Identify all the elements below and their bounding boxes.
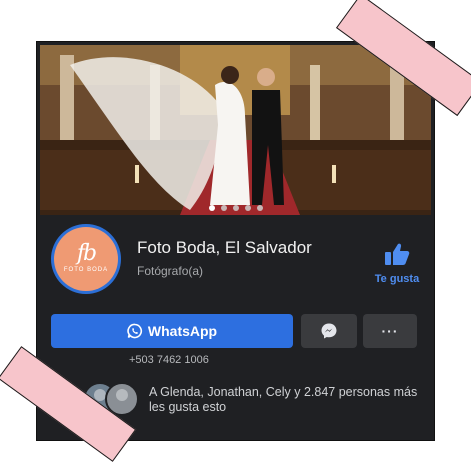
avatar-logo: fb FOTO BODA — [54, 227, 118, 291]
page-avatar[interactable]: fb FOTO BODA — [51, 224, 121, 294]
messenger-icon — [321, 323, 337, 339]
cover-photo-image — [40, 45, 431, 215]
more-button[interactable]: ··· — [363, 314, 417, 348]
more-dots-icon: ··· — [381, 323, 399, 339]
carousel-dot[interactable] — [256, 205, 263, 211]
page-card: fb FOTO BODA Foto Boda, El Salvador Fotó… — [37, 42, 434, 440]
carousel-dot[interactable] — [220, 205, 227, 211]
logo-script: fb — [76, 241, 97, 266]
like-label: Te gusta — [374, 273, 420, 285]
carousel-dots[interactable] — [40, 198, 431, 215]
whatsapp-button[interactable]: WhatsApp — [51, 314, 293, 348]
page-category: Fotógrafo(a) — [137, 264, 204, 278]
carousel-dot[interactable] — [208, 205, 215, 211]
messenger-button[interactable] — [301, 314, 357, 348]
like-button[interactable]: Te gusta — [367, 242, 427, 285]
likes-summary[interactable]: A Glenda, Jonathan, Cely y 2.847 persona… — [149, 385, 429, 415]
whatsapp-label: WhatsApp — [147, 323, 218, 339]
cover-photo[interactable] — [40, 45, 431, 215]
thumbs-up-icon — [385, 243, 410, 265]
phone-number[interactable]: +503 7462 1006 — [129, 354, 209, 366]
whatsapp-icon — [127, 323, 142, 339]
carousel-dot[interactable] — [232, 205, 239, 211]
page-title[interactable]: Foto Boda, El Salvador — [137, 238, 312, 258]
carousel-dot[interactable] — [244, 205, 251, 211]
logo-word: FOTO BODA — [63, 267, 109, 273]
